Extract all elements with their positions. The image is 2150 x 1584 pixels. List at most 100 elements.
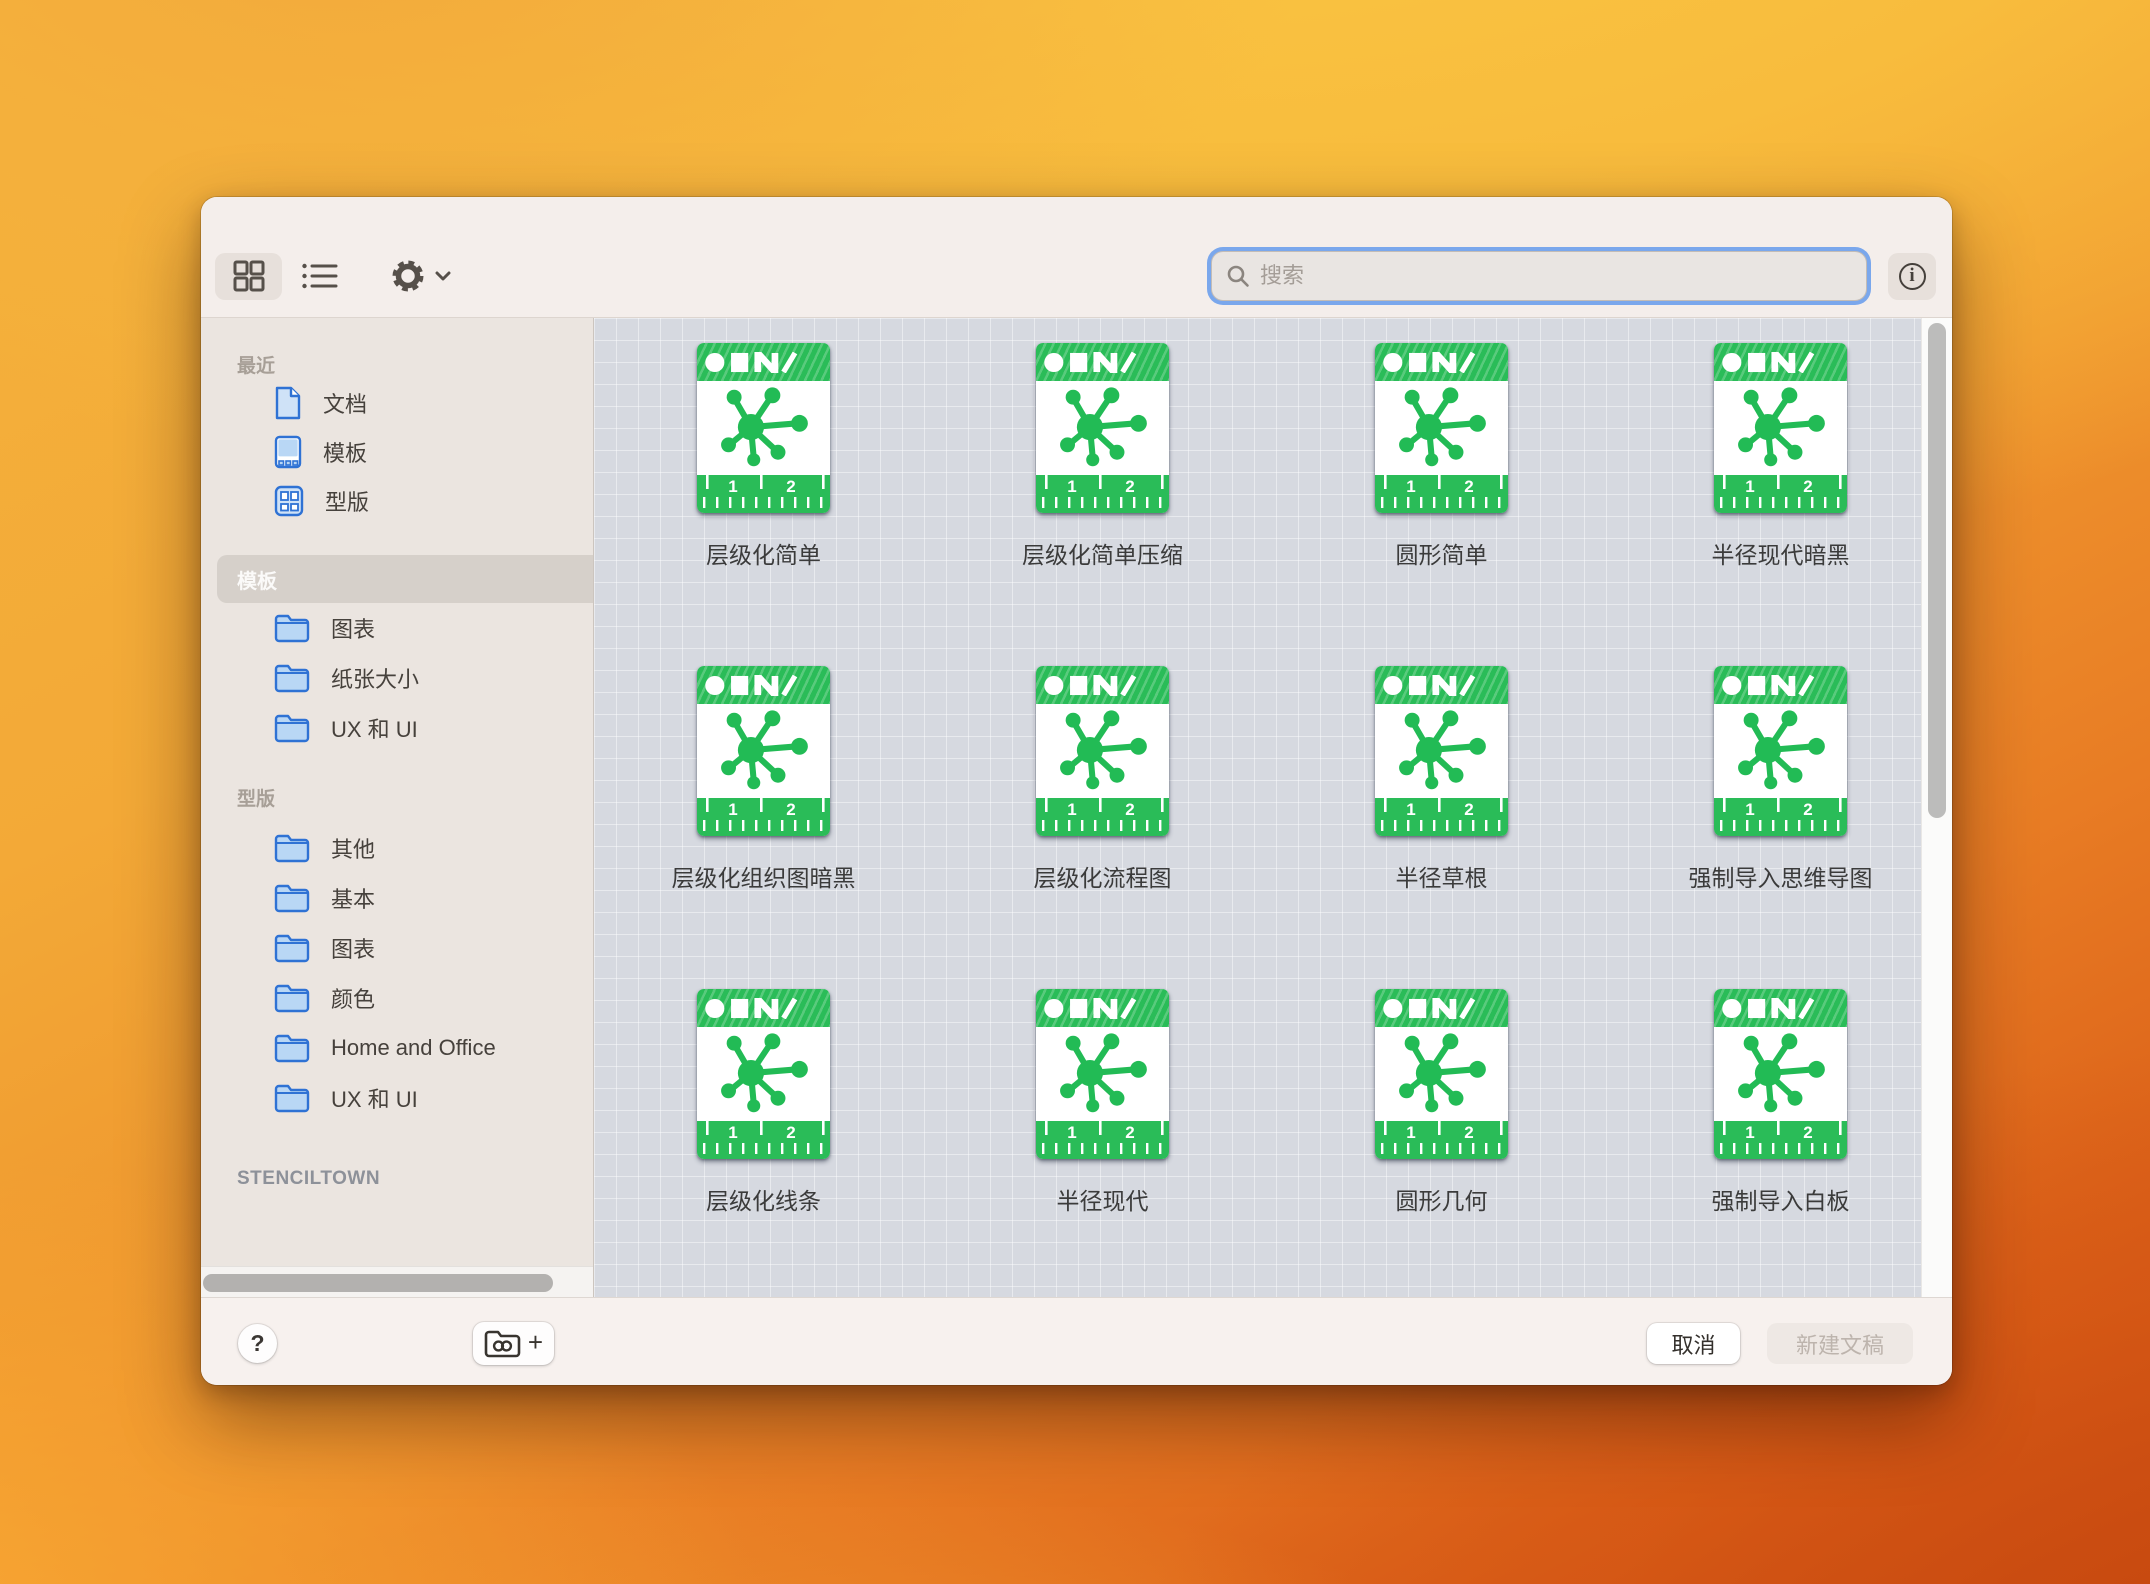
sidebar-item-label: 颜色: [331, 987, 376, 1012]
template-item[interactable]: 层级化流程图: [933, 666, 1272, 912]
sidebar: 最近 文档 模板 型版 模板 图表 纸张大小 UX 和 UI 型版 其他 基本 …: [201, 318, 594, 1297]
template-thumbnail: [1714, 666, 1847, 836]
template-item[interactable]: 半径现代: [933, 989, 1272, 1235]
template-item[interactable]: 半径草根: [1272, 666, 1611, 912]
folder-icon: [274, 883, 310, 913]
folder-icon: [274, 1033, 310, 1063]
template-thumbnail: [697, 666, 830, 836]
sidebar-item-label: 文档: [323, 391, 368, 417]
template-thumbnail: [1036, 343, 1169, 513]
sidebar-item-stencils[interactable]: 型版: [201, 476, 593, 525]
help-button[interactable]: ?: [238, 1324, 277, 1363]
sidebar-header-templates-selected[interactable]: 模板: [217, 555, 593, 603]
plus-icon: +: [527, 1326, 544, 1357]
template-label: 层级化线条: [706, 1188, 821, 1214]
ruler-icon: [1714, 475, 1847, 513]
template-label: 层级化流程图: [1033, 865, 1172, 891]
sidebar-item-label: 图表: [331, 617, 376, 642]
mindmap-icon: [1714, 1027, 1847, 1121]
omni-logo-icon: [1714, 343, 1847, 381]
omni-logo-icon: [1714, 666, 1847, 704]
ruler-icon: [1375, 798, 1508, 836]
horizontal-scrollbar: [201, 1266, 593, 1297]
new-document-button[interactable]: 新建文稿: [1767, 1323, 1913, 1364]
sidebar-item-label: Home and Office: [331, 1035, 496, 1060]
sidebar-header-stenciltown: STENCILTOWN: [237, 1168, 381, 1189]
ruler-icon: [1375, 475, 1508, 513]
sidebar-item-templates[interactable]: 模板: [201, 427, 593, 476]
template-item[interactable]: 层级化简单: [594, 343, 933, 589]
sidebar-item-ux-and-ui-stencil[interactable]: UX 和 UI: [201, 1073, 593, 1123]
list-view-button[interactable]: [292, 253, 348, 300]
ruler-icon: [1036, 1121, 1169, 1159]
omni-logo-icon: [1036, 989, 1169, 1027]
template-item[interactable]: 层级化线条: [594, 989, 933, 1235]
sidebar-item-basic[interactable]: 基本: [201, 873, 593, 923]
mindmap-icon: [1375, 1027, 1508, 1121]
omni-logo-icon: [1375, 666, 1508, 704]
info-icon: i: [1898, 262, 1926, 290]
omni-logo-icon: [1036, 343, 1169, 381]
sidebar-item-label: 基本: [331, 887, 376, 912]
info-button[interactable]: i: [1888, 252, 1936, 300]
mindmap-icon: [1714, 704, 1847, 798]
template-item[interactable]: 层级化组织图暗黑: [594, 666, 933, 912]
sidebar-item-documents[interactable]: 文档: [201, 378, 593, 427]
vertical-scrollbar-thumb[interactable]: [1928, 323, 1946, 818]
folder-icon: [274, 713, 310, 743]
template-label: 半径现代: [1056, 1188, 1149, 1214]
search-field[interactable]: [1211, 251, 1867, 301]
template-thumbnail: [1714, 989, 1847, 1159]
omni-logo-icon: [697, 666, 830, 704]
sidebar-item-charts-stencil[interactable]: 图表: [201, 923, 593, 973]
titlebar: 资源浏览器 i: [201, 197, 1952, 435]
omni-logo-icon: [697, 989, 830, 1027]
resource-browser-window: 资源浏览器 i: [201, 197, 1952, 1385]
template-item[interactable]: 圆形几何: [1272, 989, 1611, 1235]
folder-icon: [274, 983, 310, 1013]
template-thumbnail: [1375, 989, 1508, 1159]
mindmap-icon: [1036, 1027, 1169, 1121]
sidebar-item-label: 型版: [325, 489, 370, 515]
folder-icon: [274, 613, 310, 643]
template-item[interactable]: 半径现代暗黑: [1611, 343, 1950, 589]
main-area: 最近 文档 模板 型版 模板 图表 纸张大小 UX 和 UI 型版 其他 基本 …: [201, 318, 1952, 1297]
omni-logo-icon: [1714, 989, 1847, 1027]
template-thumbnail: [1714, 343, 1847, 513]
grid-view-button[interactable]: [215, 252, 282, 300]
ruler-icon: [1714, 798, 1847, 836]
stencil-icon: [274, 485, 304, 517]
ruler-icon: [1375, 1121, 1508, 1159]
settings-menu-button[interactable]: [384, 253, 458, 300]
template-label: 圆形简单: [1395, 542, 1488, 568]
chevron-down-icon: [435, 271, 451, 281]
template-thumbnail: [697, 343, 830, 513]
template-item[interactable]: 强制导入思维导图: [1611, 666, 1950, 912]
sidebar-item-label: 纸张大小: [331, 667, 420, 692]
add-linked-folder-button[interactable]: +: [473, 1322, 554, 1365]
sidebar-item-colors[interactable]: 颜色: [201, 973, 593, 1023]
ruler-icon: [1036, 475, 1169, 513]
sidebar-item-charts[interactable]: 图表: [201, 603, 593, 653]
vertical-scrollbar: [1921, 318, 1952, 1297]
omni-logo-icon: [697, 343, 830, 381]
cancel-button[interactable]: 取消: [1647, 1323, 1740, 1364]
sidebar-item-home-and-office[interactable]: Home and Office: [201, 1023, 593, 1073]
sidebar-item-label: UX 和 UI: [331, 1087, 418, 1112]
template-label: 层级化简单压缩: [1022, 542, 1183, 568]
ruler-icon: [697, 475, 830, 513]
template-thumbnail: [1036, 989, 1169, 1159]
template-item[interactable]: 强制导入白板: [1611, 989, 1950, 1235]
horizontal-scrollbar-thumb[interactable]: [203, 1274, 553, 1292]
template-item[interactable]: 圆形简单: [1272, 343, 1611, 589]
linked-folder-icon: [484, 1329, 522, 1359]
mindmap-icon: [1375, 381, 1508, 475]
folder-icon: [274, 933, 310, 963]
sidebar-item-paper-sizes[interactable]: 纸张大小: [201, 653, 593, 703]
sidebar-item-ux-and-ui[interactable]: UX 和 UI: [201, 703, 593, 753]
sidebar-item-other[interactable]: 其他: [201, 823, 593, 873]
template-grid-area: 层级化简单 层级化简单压缩 圆形简单 半径现代暗黑 层级化组织图暗黑 层级化流程…: [594, 318, 1952, 1297]
search-input[interactable]: [1260, 263, 1852, 289]
sidebar-item-label: UX 和 UI: [331, 717, 418, 742]
template-item[interactable]: 层级化简单压缩: [933, 343, 1272, 589]
